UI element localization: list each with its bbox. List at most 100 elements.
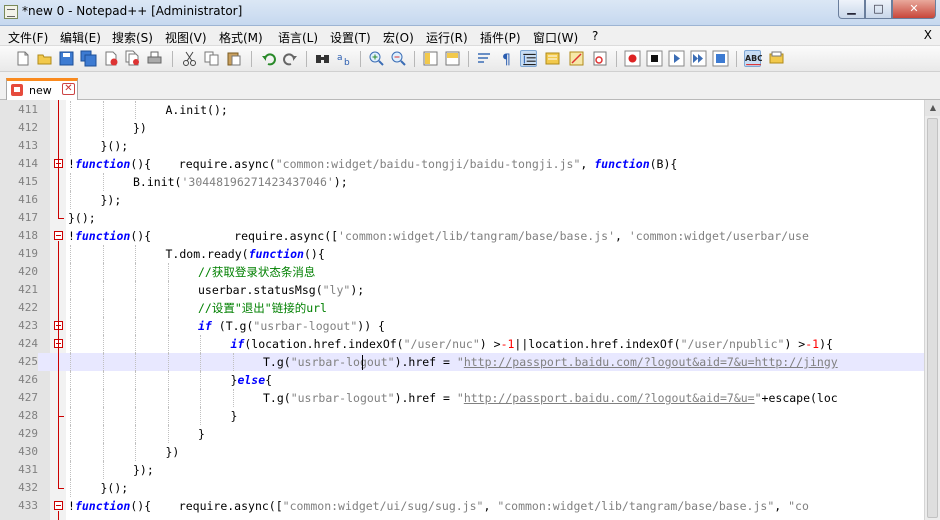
menu-plugins[interactable]: 插件(P) bbox=[480, 29, 521, 46]
menu-macro[interactable]: 宏(O) bbox=[383, 29, 414, 46]
code-line[interactable]: 419 T.dom.ready(function(){ bbox=[0, 245, 924, 263]
function-list-icon[interactable] bbox=[568, 50, 585, 67]
menu-search[interactable]: 搜索(S) bbox=[112, 29, 153, 46]
string-token: " bbox=[456, 355, 464, 369]
indent-guide bbox=[232, 353, 234, 371]
maximize-button[interactable]: □ bbox=[865, 0, 892, 19]
record-macro-icon[interactable] bbox=[624, 50, 641, 67]
replace-icon[interactable]: ab bbox=[336, 50, 353, 67]
string-token: " bbox=[456, 391, 464, 405]
run-macro-multiple-icon[interactable] bbox=[690, 50, 707, 67]
cut-icon[interactable] bbox=[181, 50, 198, 67]
code-line[interactable]: 418 !function(){ require.async(['common:w… bbox=[0, 227, 924, 245]
code-line[interactable]: 426}else{ bbox=[0, 371, 924, 389]
code-line[interactable]: 431}); bbox=[0, 461, 924, 479]
new-file-icon[interactable] bbox=[14, 50, 31, 67]
indent-guide bbox=[200, 335, 201, 353]
save-macro-icon[interactable] bbox=[712, 50, 729, 67]
play-macro-icon[interactable] bbox=[668, 50, 685, 67]
document-map-icon[interactable] bbox=[544, 50, 561, 67]
save-all-icon[interactable] bbox=[80, 50, 97, 67]
close-window-button[interactable]: ✕ bbox=[892, 0, 936, 19]
fold-toggle-icon[interactable] bbox=[54, 231, 63, 240]
code-line[interactable]: 432}(); bbox=[0, 479, 924, 497]
indent-guide bbox=[167, 335, 169, 353]
zoom-in-icon[interactable] bbox=[368, 50, 385, 67]
code-line[interactable]: 423 if (T.g("usrbar-logout")) { bbox=[0, 317, 924, 335]
zoom-out-icon[interactable] bbox=[390, 50, 407, 67]
code-line[interactable]: 414 !function(){ require.async("common:wi… bbox=[0, 155, 924, 173]
stop-macro-icon[interactable] bbox=[646, 50, 663, 67]
code-line[interactable]: 424 if(location.href.indexOf("/user/nuc")… bbox=[0, 335, 924, 353]
indent-guide bbox=[70, 461, 71, 479]
menu-file[interactable]: 文件(F) bbox=[8, 29, 48, 46]
code-line[interactable]: 422 //设置"退出"链接的url bbox=[0, 299, 924, 317]
code-text: T.dom.ready(function(){ bbox=[166, 245, 325, 263]
print-icon[interactable] bbox=[146, 50, 163, 67]
code-line[interactable]: 411 A.init(); bbox=[0, 101, 924, 119]
menu-run[interactable]: 运行(R) bbox=[426, 29, 468, 46]
menu-view[interactable]: 视图(V) bbox=[165, 29, 207, 46]
fold-end-tick bbox=[58, 416, 64, 417]
code-line[interactable]: 413}(); bbox=[0, 137, 924, 155]
scrollbar-thumb[interactable] bbox=[927, 118, 938, 518]
spell-check-icon[interactable]: ABC bbox=[744, 50, 762, 67]
find-icon[interactable] bbox=[314, 50, 331, 67]
minimize-button[interactable]: ▁ bbox=[838, 0, 865, 19]
menu-language[interactable]: 语言(L) bbox=[278, 29, 318, 46]
menu-format[interactable]: 格式(M) bbox=[219, 29, 263, 46]
show-all-chars-icon[interactable]: ¶ bbox=[498, 50, 515, 67]
menu-help[interactable]: ? bbox=[592, 29, 598, 43]
code-line[interactable]: 415 B.init('304481962714234370​46'); bbox=[0, 173, 924, 191]
vertical-scrollbar[interactable]: ▲ bbox=[924, 100, 940, 520]
code-line[interactable]: 430}) bbox=[0, 443, 924, 461]
code-line[interactable]: 428} bbox=[0, 407, 924, 425]
code-line[interactable]: 433 !function(){ require.async(["common:w… bbox=[0, 497, 924, 515]
sync-horizontal-icon[interactable] bbox=[444, 50, 461, 67]
code-text: T.g("usrbar-logout").href = "http://pass… bbox=[263, 389, 838, 407]
doc-switcher-icon[interactable] bbox=[768, 50, 785, 67]
menu-edit[interactable]: 编辑(E) bbox=[60, 29, 101, 46]
menu-settings[interactable]: 设置(T) bbox=[330, 29, 371, 46]
line-number: 414 bbox=[18, 157, 38, 170]
code-line[interactable]: 412}) bbox=[0, 119, 924, 137]
code-line[interactable]: 417}(); bbox=[0, 209, 924, 227]
word-wrap-icon[interactable] bbox=[476, 50, 493, 67]
code-editor[interactable]: 411 A.init(); 412}) 413}(); 414 !function(){ … bbox=[0, 100, 924, 520]
scroll-up-icon[interactable]: ▲ bbox=[925, 100, 940, 116]
close-icon[interactable] bbox=[102, 50, 119, 67]
indent-guide bbox=[70, 353, 71, 371]
tab-close-icon[interactable]: ✕ bbox=[62, 83, 75, 95]
code-line[interactable]: 421 userbar.statusMsg("ly"); bbox=[0, 281, 924, 299]
keyword-token: function bbox=[594, 157, 650, 171]
code-line[interactable]: 427 T.g("usrbar-logout").href = "http://p… bbox=[0, 389, 924, 407]
copy-icon[interactable] bbox=[203, 50, 220, 67]
undo-icon[interactable] bbox=[260, 50, 277, 67]
folder-workspace-icon[interactable] bbox=[592, 50, 609, 67]
close-document-button[interactable]: X bbox=[924, 28, 932, 42]
line-number: 425 bbox=[0, 353, 38, 371]
sync-vertical-icon[interactable] bbox=[422, 50, 439, 67]
svg-text:b: b bbox=[344, 58, 350, 67]
redo-icon[interactable] bbox=[282, 50, 299, 67]
menu-window[interactable]: 窗口(W) bbox=[533, 29, 578, 46]
tab-bar: new ✕ bbox=[0, 72, 940, 100]
fold-toggle-icon[interactable] bbox=[54, 501, 63, 510]
close-all-icon[interactable] bbox=[124, 50, 141, 67]
indent-guide-icon[interactable] bbox=[520, 50, 537, 67]
save-icon[interactable] bbox=[58, 50, 75, 67]
code-token: ) > bbox=[784, 337, 806, 351]
string-token: "common:widget/ui/sug/sug.js" bbox=[282, 499, 484, 513]
open-file-icon[interactable] bbox=[36, 50, 53, 67]
tab-new[interactable]: new ✕ bbox=[6, 78, 78, 100]
indent-guide bbox=[70, 263, 71, 281]
code-line[interactable]: 420 //获取登录状态条消息 bbox=[0, 263, 924, 281]
code-line[interactable]: 416}); bbox=[0, 191, 924, 209]
code-line[interactable]: 429} bbox=[0, 425, 924, 443]
line-number: 418 bbox=[18, 229, 38, 242]
code-token: , bbox=[483, 499, 498, 513]
string-token: 'common:widget/lib/tangram/base/base.js' bbox=[338, 229, 615, 243]
paste-icon[interactable] bbox=[225, 50, 242, 67]
code-line[interactable]: 425 T.g("usrbar-logout").href = "http://p… bbox=[0, 353, 924, 371]
toolbar-separator bbox=[306, 51, 307, 67]
